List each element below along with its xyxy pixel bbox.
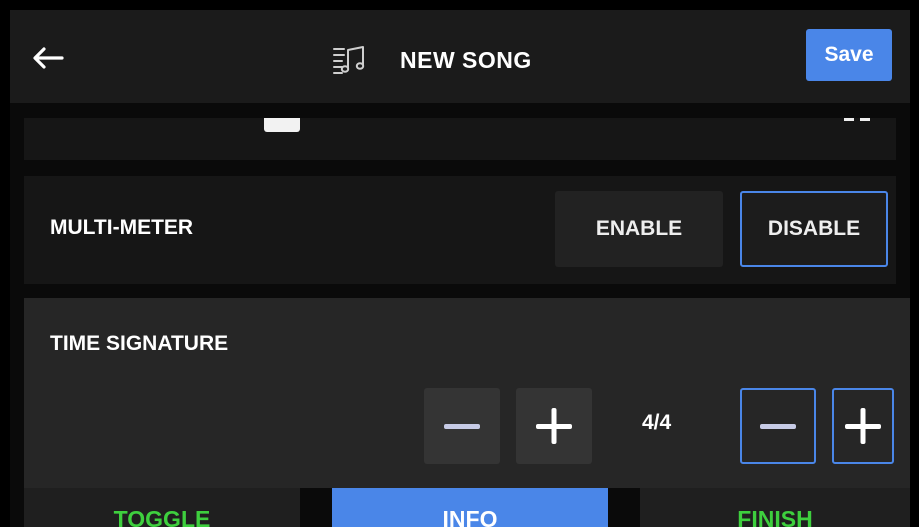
tab-finish[interactable]: FINISH: [640, 488, 910, 527]
tab-info-label: INFO: [442, 506, 498, 527]
tab-info[interactable]: INFO: [332, 488, 608, 527]
music-list-icon: [333, 46, 365, 74]
app-frame: NEW SONG Save MULTI-METER ENABLE DISABLE…: [10, 10, 910, 527]
page-title: NEW SONG: [400, 46, 532, 73]
increment-button-right[interactable]: [832, 388, 894, 464]
time-signature-label: TIME SIGNATURE: [50, 332, 229, 355]
tab-finish-label: FINISH: [737, 506, 813, 527]
time-signature-panel: TIME SIGNATURE 4/4: [24, 298, 910, 488]
tab-toggle-label: TOGGLE: [113, 506, 211, 527]
increment-button-left[interactable]: [516, 388, 592, 464]
arrow-left-icon: [33, 47, 64, 69]
time-signature-value: 4/4: [642, 411, 672, 434]
tab-toggle[interactable]: TOGGLE: [24, 488, 300, 527]
title-group: NEW SONG: [332, 40, 532, 80]
dash-indicator: [844, 118, 870, 122]
enable-button[interactable]: ENABLE: [555, 191, 723, 267]
disable-button[interactable]: DISABLE: [740, 191, 888, 267]
bottom-tab-bar: TOGGLE INFO FINISH: [10, 488, 910, 527]
decrement-button-left[interactable]: [424, 388, 500, 464]
back-button[interactable]: [26, 38, 70, 78]
minus-icon: [760, 424, 796, 429]
save-button[interactable]: Save: [806, 29, 892, 81]
decrement-button-right[interactable]: [740, 388, 816, 464]
multi-meter-row: MULTI-METER ENABLE DISABLE: [24, 176, 896, 284]
multi-meter-label: MULTI-METER: [50, 216, 194, 239]
plus-icon: [845, 408, 881, 444]
minus-icon: [444, 424, 480, 429]
slider-knob[interactable]: [264, 118, 300, 132]
partially-visible-panel: [24, 118, 896, 160]
header-bar: NEW SONG Save: [10, 10, 910, 103]
plus-icon: [536, 408, 572, 444]
